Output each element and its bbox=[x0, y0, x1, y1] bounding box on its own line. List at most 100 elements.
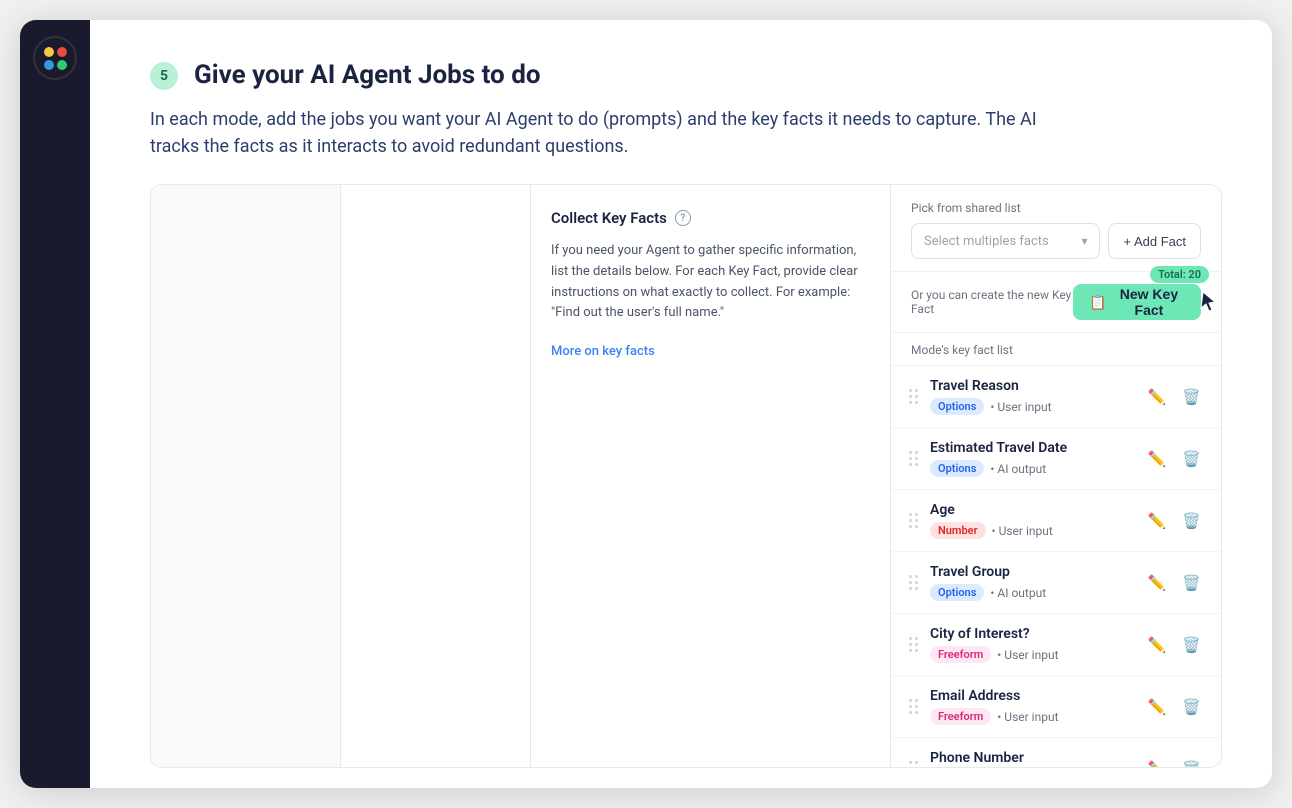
delete-fact-button-1[interactable]: 🗑️ bbox=[1178, 446, 1205, 472]
or-create-row: Or you can create the new Key Fact 📋 New… bbox=[891, 272, 1221, 333]
delete-fact-button-6[interactable]: 🗑️ bbox=[1178, 756, 1205, 768]
fact-info-1: Estimated Travel Date Options • AI outpu… bbox=[930, 440, 1134, 477]
sidebar bbox=[20, 20, 90, 788]
fact-actions-3: ✏️ 🗑️ bbox=[1144, 570, 1205, 596]
new-key-fact-button[interactable]: 📋 New Key Fact bbox=[1073, 284, 1201, 320]
fact-name-5: Email Address bbox=[930, 688, 1134, 704]
fact-tag-5: Freeform bbox=[930, 708, 991, 725]
key-fact-item: Email Address Freeform • User input ✏️ 🗑… bbox=[891, 676, 1221, 738]
fact-tag-1: Options bbox=[930, 460, 984, 477]
left-panel bbox=[151, 185, 531, 767]
middle-panel: Collect Key Facts ? If you need your Age… bbox=[531, 185, 891, 767]
trash-icon: 🗑️ bbox=[1182, 698, 1201, 716]
pencil-icon: ✏️ bbox=[1148, 698, 1167, 716]
fact-tag-2: Number bbox=[930, 522, 986, 539]
key-fact-list-header: Mode's key fact list bbox=[891, 333, 1221, 366]
delete-fact-button-4[interactable]: 🗑️ bbox=[1178, 632, 1205, 658]
edit-fact-button-0[interactable]: ✏️ bbox=[1144, 384, 1171, 410]
trash-icon: 🗑️ bbox=[1182, 388, 1201, 406]
edit-fact-button-4[interactable]: ✏️ bbox=[1144, 632, 1171, 658]
delete-fact-button-5[interactable]: 🗑️ bbox=[1178, 694, 1205, 720]
collect-description: If you need your Agent to gather specifi… bbox=[551, 241, 870, 324]
step-description: In each mode, add the jobs you want your… bbox=[150, 106, 1050, 160]
drag-handle[interactable] bbox=[907, 697, 920, 716]
drag-handle[interactable] bbox=[907, 511, 920, 530]
fact-name-1: Estimated Travel Date bbox=[930, 440, 1134, 456]
fact-info-4: City of Interest? Freeform • User input bbox=[930, 626, 1134, 663]
key-fact-item: Age Number • User input ✏️ 🗑️ bbox=[891, 490, 1221, 552]
key-fact-item: Estimated Travel Date Options • AI outpu… bbox=[891, 428, 1221, 490]
drag-handle[interactable] bbox=[907, 759, 920, 767]
pencil-icon: ✏️ bbox=[1148, 512, 1167, 530]
more-on-key-facts-link[interactable]: More on key facts bbox=[551, 344, 655, 359]
pencil-icon: ✏️ bbox=[1148, 574, 1167, 592]
fact-type-label-1: • AI output bbox=[990, 462, 1046, 476]
edit-fact-button-3[interactable]: ✏️ bbox=[1144, 570, 1171, 596]
pencil-icon: ✏️ bbox=[1148, 388, 1167, 406]
fact-name-3: Travel Group bbox=[930, 564, 1134, 580]
trash-icon: 🗑️ bbox=[1182, 574, 1201, 592]
key-fact-item: Travel Reason Options • User input ✏️ 🗑️ bbox=[891, 366, 1221, 428]
drag-handle[interactable] bbox=[907, 635, 920, 654]
fact-info-3: Travel Group Options • AI output bbox=[930, 564, 1134, 601]
fact-info-0: Travel Reason Options • User input bbox=[930, 378, 1134, 415]
pick-label: Pick from shared list bbox=[911, 201, 1201, 215]
edit-fact-button-1[interactable]: ✏️ bbox=[1144, 446, 1171, 472]
edit-fact-button-6[interactable]: ✏️ bbox=[1144, 756, 1171, 768]
left-panel-inner bbox=[151, 185, 341, 767]
logo[interactable] bbox=[33, 36, 77, 80]
key-fact-item: Travel Group Options • AI output ✏️ 🗑️ bbox=[891, 552, 1221, 614]
total-badge: Total: 20 bbox=[1150, 266, 1209, 283]
fact-tag-4: Freeform bbox=[930, 646, 991, 663]
add-fact-button[interactable]: + Add Fact bbox=[1108, 223, 1201, 259]
step-badge: 5 bbox=[150, 62, 178, 90]
edit-fact-button-5[interactable]: ✏️ bbox=[1144, 694, 1171, 720]
step-header: 5 Give your AI Agent Jobs to do bbox=[150, 60, 1222, 90]
new-key-fact-wrapper: 📋 New Key Fact Total: 20 bbox=[1073, 284, 1201, 320]
fact-info-6: Phone Number Freeform • User input bbox=[930, 750, 1134, 767]
select-facts-dropdown[interactable]: Select multiples facts ▾ bbox=[911, 223, 1100, 259]
collect-key-facts-header: Collect Key Facts ? bbox=[551, 209, 870, 227]
collect-key-facts-title: Collect Key Facts bbox=[551, 209, 667, 227]
logo-dot-yellow bbox=[44, 47, 54, 57]
fact-type-label-2: • User input bbox=[992, 524, 1053, 538]
key-fact-list: Travel Reason Options • User input ✏️ 🗑️ bbox=[891, 366, 1221, 767]
pencil-icon: ✏️ bbox=[1148, 760, 1167, 768]
fact-tags-4: Freeform • User input bbox=[930, 646, 1134, 663]
fact-actions-6: ✏️ 🗑️ bbox=[1144, 756, 1205, 768]
step-title: Give your AI Agent Jobs to do bbox=[194, 60, 541, 90]
edit-fact-button-2[interactable]: ✏️ bbox=[1144, 508, 1171, 534]
trash-icon: 🗑️ bbox=[1182, 760, 1201, 768]
fact-info-2: Age Number • User input bbox=[930, 502, 1134, 539]
info-icon[interactable]: ? bbox=[675, 210, 691, 226]
delete-fact-button-0[interactable]: 🗑️ bbox=[1178, 384, 1205, 410]
fact-tags-5: Freeform • User input bbox=[930, 708, 1134, 725]
delete-fact-button-2[interactable]: 🗑️ bbox=[1178, 508, 1205, 534]
trash-icon: 🗑️ bbox=[1182, 512, 1201, 530]
fact-name-0: Travel Reason bbox=[930, 378, 1134, 394]
pencil-icon: ✏️ bbox=[1148, 450, 1167, 468]
select-placeholder: Select multiples facts bbox=[924, 234, 1049, 249]
trash-icon: 🗑️ bbox=[1182, 450, 1201, 468]
fact-actions-0: ✏️ 🗑️ bbox=[1144, 384, 1205, 410]
or-create-label: Or you can create the new Key Fact bbox=[911, 288, 1073, 316]
drag-handle[interactable] bbox=[907, 387, 920, 406]
delete-fact-button-3[interactable]: 🗑️ bbox=[1178, 570, 1205, 596]
trash-icon: 🗑️ bbox=[1182, 636, 1201, 654]
fact-tags-3: Options • AI output bbox=[930, 584, 1134, 601]
fact-name-2: Age bbox=[930, 502, 1134, 518]
pencil-icon: ✏️ bbox=[1148, 636, 1167, 654]
key-fact-item: City of Interest? Freeform • User input … bbox=[891, 614, 1221, 676]
fact-type-label-5: • User input bbox=[997, 710, 1058, 724]
fact-tag-3: Options bbox=[930, 584, 984, 601]
drag-handle[interactable] bbox=[907, 449, 920, 468]
new-key-fact-label: New Key Fact bbox=[1113, 286, 1185, 318]
chevron-down-icon: ▾ bbox=[1081, 234, 1087, 248]
fact-type-label-0: • User input bbox=[990, 400, 1051, 414]
fact-actions-5: ✏️ 🗑️ bbox=[1144, 694, 1205, 720]
fact-actions-2: ✏️ 🗑️ bbox=[1144, 508, 1205, 534]
cursor-icon bbox=[1199, 290, 1219, 314]
right-panel: Pick from shared list Select multiples f… bbox=[891, 185, 1221, 767]
drag-handle[interactable] bbox=[907, 573, 920, 592]
fact-type-label-3: • AI output bbox=[990, 586, 1046, 600]
